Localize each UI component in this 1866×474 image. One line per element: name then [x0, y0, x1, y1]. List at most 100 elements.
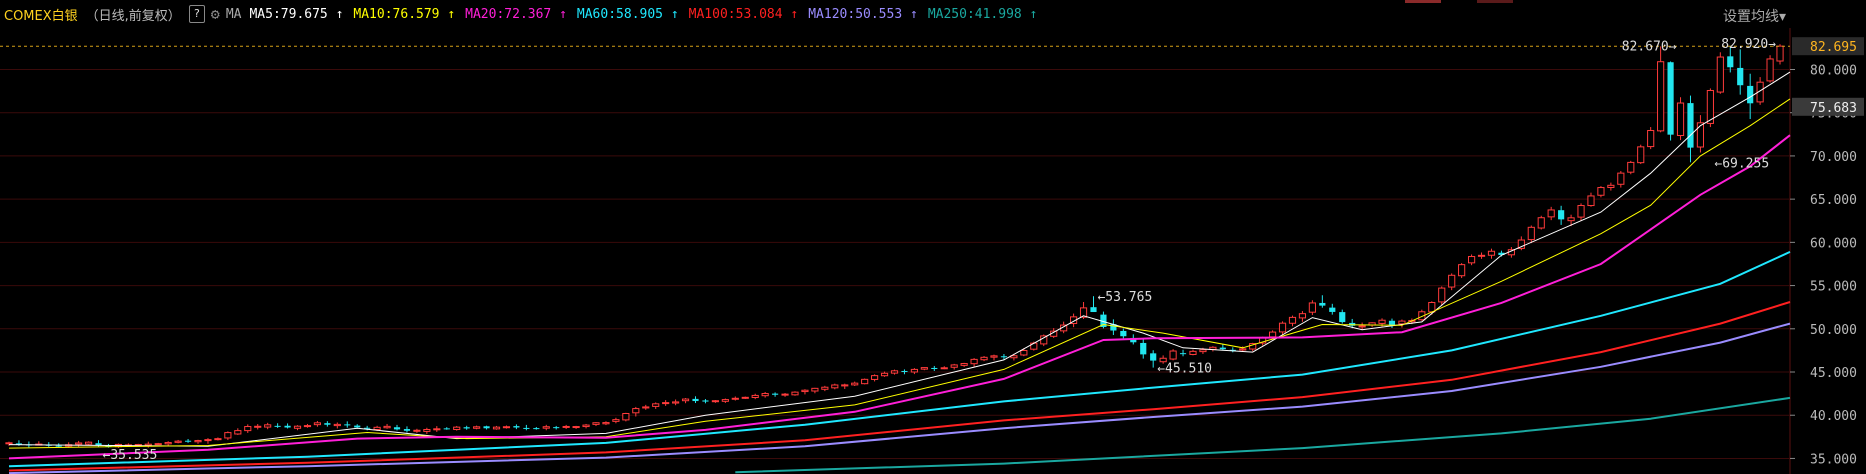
candle-body-down	[393, 427, 401, 430]
candle-body-down	[533, 428, 540, 430]
extreme-annotation: ←53.765	[1097, 290, 1152, 305]
candle-body-up	[751, 394, 759, 399]
y-tick-label: 45.000	[1810, 366, 1857, 381]
period-label: （日线,前复权）	[85, 8, 181, 24]
candle-body-up	[920, 367, 928, 370]
candle-body-up	[453, 426, 461, 430]
candle-body-up	[502, 426, 511, 429]
candle-body-up	[1676, 102, 1685, 137]
candle-body-up	[1448, 274, 1456, 288]
ma-settings-label: 设置均线	[1722, 9, 1779, 25]
candle-body-down	[702, 400, 709, 402]
last-price-label: 82.695	[1810, 40, 1857, 55]
candle-body-up	[1308, 302, 1316, 313]
help-button[interactable]: ?	[188, 5, 205, 23]
candle-body-up	[910, 368, 918, 373]
candle-body-up	[1239, 348, 1247, 351]
cursor-price-label: 75.683	[1810, 101, 1857, 116]
candle-body-down	[55, 445, 62, 447]
candle-body-down	[463, 427, 470, 429]
candle-body-down	[1150, 353, 1157, 361]
ma-legend-item: MA10:76.579 ↑	[353, 6, 456, 22]
candle-body-down	[184, 440, 192, 442]
candle-body-up	[791, 391, 799, 396]
ma-line-ma5	[8, 71, 1791, 447]
y-tick-label: 60.000	[1810, 236, 1857, 251]
candle-body-down	[1319, 302, 1326, 306]
gear-icon[interactable]: ⚙	[211, 5, 220, 23]
candle-body-up	[433, 428, 441, 431]
candle-body-down	[553, 427, 560, 429]
candle-body-up	[672, 401, 680, 404]
candle-body-down	[1747, 85, 1754, 104]
candle-body-down	[354, 425, 361, 428]
extreme-annotation: 82.920→	[1721, 37, 1776, 52]
candle-body-up	[1487, 250, 1496, 256]
candle-body-up	[1587, 195, 1595, 207]
candle-body-up	[562, 425, 570, 428]
candle-body-up	[254, 425, 262, 428]
candle-body-up	[612, 419, 620, 422]
candle-body-up	[383, 425, 391, 429]
candle-body-up	[572, 426, 580, 429]
candle-body-up	[1398, 320, 1406, 325]
candle-body-up	[871, 375, 879, 380]
candle-body-up	[1696, 122, 1705, 148]
candle-body-down	[274, 425, 281, 427]
candle-body-up	[880, 372, 889, 377]
candle-body-down	[1667, 62, 1674, 135]
candle-body-down	[1179, 353, 1187, 355]
candle-body-up	[662, 402, 670, 405]
ma-legend-item: MA60:58.905 ↑	[576, 6, 679, 22]
y-tick-label: 65.000	[1810, 193, 1857, 208]
candle-body-up	[980, 356, 988, 361]
extreme-annotation: ←45.510	[1157, 362, 1212, 377]
candle-body-up	[950, 364, 958, 368]
candlestick-chart[interactable]: 80.00075.00070.00065.00060.00055.00050.0…	[0, 28, 1866, 474]
y-tick-label: 35.000	[1810, 452, 1857, 467]
candle-body-up	[84, 441, 93, 445]
candle-body-up	[1169, 350, 1177, 360]
candle-body-up	[960, 363, 968, 366]
candle-body-down	[324, 423, 331, 425]
ma-line-ma20	[8, 134, 1791, 460]
ma-line-ma60	[8, 250, 1791, 468]
candle-body-up	[781, 393, 789, 396]
candle-body-up	[1269, 331, 1277, 338]
candle-body-up	[761, 393, 769, 397]
candle-body-up	[602, 422, 610, 425]
candle-body-up	[721, 399, 729, 402]
candle-body-up	[1577, 205, 1585, 218]
candle-body-down	[692, 398, 699, 402]
candle-body-up	[681, 398, 690, 402]
candle-body-up	[1647, 130, 1655, 148]
candle-body-up	[164, 442, 172, 445]
candle-body-up	[154, 443, 162, 446]
candle-body-down	[1558, 210, 1565, 220]
candle-body-up	[1288, 316, 1297, 324]
candle-body-down	[513, 426, 520, 428]
candle-body-up	[264, 424, 272, 428]
ma-legend-item: MA120:50.553 ↑	[808, 6, 918, 22]
candle-body-up	[831, 384, 839, 389]
candle-body-up	[642, 406, 650, 409]
ma-legend-item: MA5:79.675 ↑	[249, 6, 344, 22]
candle-body-up	[224, 432, 232, 439]
candle-body-down	[1737, 67, 1744, 86]
candle-body-up	[622, 412, 630, 421]
candle-body-up	[204, 439, 212, 442]
ma-legend-item: MA250:41.998 ↑	[927, 6, 1038, 22]
candle-body-up	[1298, 313, 1307, 319]
candle-body-up	[1467, 256, 1476, 264]
candle-body-down	[1090, 307, 1097, 313]
candle-body-down	[403, 429, 411, 431]
ma-settings-button[interactable]: 设置均线▾	[1723, 6, 1786, 26]
candle-body-down	[901, 370, 908, 372]
tab-indicator-2	[1477, 0, 1513, 3]
candle-body-up	[194, 440, 202, 443]
candle-body-up	[890, 370, 899, 374]
candle-body-up	[970, 358, 978, 365]
candle-body-down	[443, 428, 450, 430]
candle-body-up	[423, 428, 431, 432]
candle-body-up	[841, 384, 849, 387]
